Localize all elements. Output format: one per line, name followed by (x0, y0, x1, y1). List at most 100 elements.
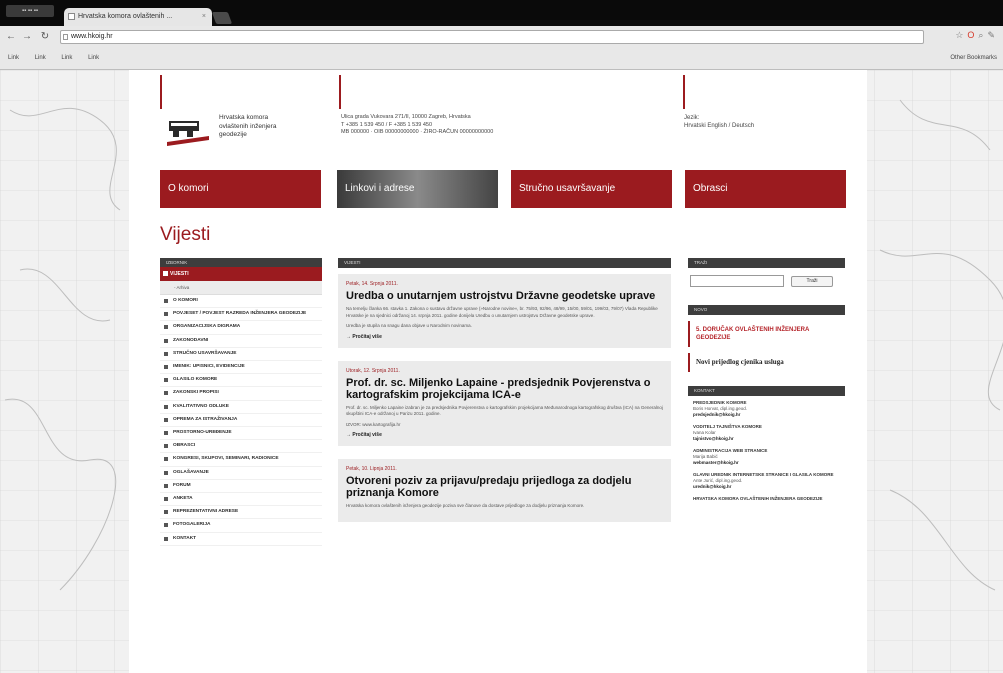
contact-entry: VODITELJ TAJNIŠTVA KOMORE Ivana Kolar ta… (688, 420, 845, 444)
article-body: Na temelju članka 66. stavka 1. Zakona o… (346, 306, 658, 318)
nav-item[interactable]: KONTAKT (160, 533, 322, 546)
article-extra: IZVOR: www.kartografija.hr (346, 421, 401, 427)
bookmark-item[interactable]: Link (88, 55, 99, 61)
nav-item[interactable]: ZAKONSKI PROPISI (160, 387, 322, 401)
address-text: www.hkoig.hr (71, 33, 113, 40)
wrench-icon[interactable]: ✎ (987, 30, 999, 40)
nav-item[interactable]: KVALITATIVNO ODLUKE (160, 401, 322, 414)
contact-entry: GLAVNI UREDNIK INTERNETSKE STRANICE I GL… (688, 468, 845, 492)
address-line: T +385 1 539 450 / F +385 1 539 450 (341, 121, 433, 128)
search-block: TRAŽI Traži (688, 258, 845, 291)
search-header: TRAŽI (688, 258, 845, 268)
org-name: Hrvatska komora ovlaštenih inženjera geo… (219, 114, 329, 140)
opera-icon[interactable]: O (967, 30, 978, 40)
nav-item[interactable]: OGLAŠAVANJE (160, 467, 322, 480)
news-column: VIJESTI Petak, 14. Srpnja 2011. Uredba o… (338, 258, 671, 522)
read-more-link[interactable]: → Pročitaj više (346, 334, 663, 340)
article-date: Petak, 10. Lipnja 2011. (346, 466, 397, 472)
star-icon[interactable]: ☆ (955, 30, 967, 40)
nav-item[interactable]: O KOMORI (160, 295, 322, 309)
nav-item[interactable]: KONGRESI, SKUPOVI, SEMINARI, RADIONICE (160, 453, 322, 467)
reload-icon[interactable]: ↻ (38, 30, 52, 44)
browser-toolbar: ← → ↻ www.hkoig.hr ☆O⌕✎ Link Link Link L… (0, 26, 1003, 70)
bookmark-item[interactable]: Link (35, 55, 46, 61)
window-controls[interactable]: ▪▪ ▪▪ ▪▪ (6, 5, 54, 17)
left-nav: IZBORNIK VIJESTI - Arhiva O KOMORI POVJE… (160, 258, 322, 546)
page-content: Hrvatska komora ovlaštenih inženjera geo… (129, 70, 867, 673)
bookmark-item[interactable]: Link (8, 55, 19, 61)
nav-item[interactable]: OBRASCI (160, 440, 322, 454)
contact-email[interactable]: tajnistvo@hkoig.hr (693, 436, 841, 442)
article-title[interactable]: Uredba o unutarnjem ustrojstvu Državne g… (346, 290, 663, 302)
tab-strip: ▪▪ ▪▪ ▪▪ Hrvatska komora ovlaštenih ... … (0, 0, 1003, 26)
nav-item-vijesti[interactable]: VIJESTI (160, 267, 322, 281)
org-name-line: Hrvatska komora (219, 114, 269, 121)
back-icon[interactable]: ← (4, 30, 18, 44)
komora-logo[interactable] (167, 118, 209, 148)
nav-item[interactable]: FORUM (160, 480, 322, 494)
read-more-link[interactable]: → Pročitaj više (346, 432, 663, 438)
news-article: Petak, 10. Lipnja 2011. Otvoreni poziv z… (338, 459, 671, 522)
novo-item[interactable]: Novi prijedlog cjenika usluga (688, 353, 845, 372)
language-switcher: Jezik: Hrvatski English / Deutsch (684, 114, 824, 130)
nav-item[interactable]: STRUČNO USAVRŠAVANJE (160, 348, 322, 362)
nav-header: IZBORNIK (160, 258, 322, 267)
contacts-header: KONTAKT (688, 386, 845, 396)
divider (339, 75, 341, 109)
article-date: Utorak, 12. Srpnja 2011. (346, 367, 400, 374)
contact-email[interactable]: urednik@hkoig.hr (693, 484, 841, 490)
tab-title: Hrvatska komora ovlaštenih ... (78, 13, 173, 20)
bookmark-item[interactable]: Link (61, 55, 72, 61)
nav-item[interactable]: REPREZENTATIVNI ADRESE (160, 506, 322, 520)
nav-item[interactable]: ZAKONODAVNI (160, 335, 322, 348)
language-label: Jezik: (684, 115, 700, 121)
nav-item[interactable]: PROSTORNO-UREĐENJE (160, 427, 322, 441)
divider (683, 75, 685, 109)
article-title[interactable]: Otvoreni poziv za prijavu/predaju prijed… (346, 475, 663, 499)
other-bookmarks[interactable]: Other Bookmarks (950, 48, 997, 68)
address-line: MB 000000 · OIB 00000000000 · ŽIRO-RAČUN… (341, 129, 494, 135)
nav-item[interactable]: IMENIK: UPISNICI, EVIDENCIJE (160, 361, 322, 375)
contact-email[interactable]: webmaster@hkoig.hr (693, 460, 841, 466)
banner-strucno-usavrsavanje[interactable]: Stručno usavršavanje (511, 170, 672, 208)
browser-window: ▪▪ ▪▪ ▪▪ Hrvatska komora ovlaštenih ... … (0, 0, 1003, 673)
search-button[interactable]: Traži (791, 276, 833, 287)
right-column: TRAŽI Traži NOVO 5. DORUČAK OVLAŠTENIH I… (688, 258, 845, 518)
nav-item[interactable]: POVJESET / POVJEST RAZREDA INŽENJERA GEO… (160, 308, 322, 322)
browser-actions: ☆O⌕✎ (929, 30, 999, 44)
language-links[interactable]: Hrvatski English / Deutsch (684, 122, 824, 130)
novo-header: NOVO (688, 305, 845, 315)
novo-item[interactable]: 5. DORUČAK OVLAŠTENIH INŽENJERA GEODEZIJ… (688, 321, 845, 347)
search-input[interactable] (690, 275, 784, 287)
contact-entry: PREDSJEDNIK KOMORE Boris Horvat, dipl.in… (688, 396, 845, 420)
banner-linkovi[interactable]: Linkovi i adrese (337, 170, 498, 208)
contact-email[interactable]: predsjednik@hkoig.hr (693, 412, 841, 418)
new-tab-button[interactable] (211, 12, 233, 24)
nav-item[interactable]: FOTOGALERIJA (160, 519, 322, 533)
nav-item[interactable]: ANKETA (160, 493, 322, 507)
contact-entry: HRVATSKA KOMORA OVLAŠTENIH INŽENJERA GEO… (688, 492, 845, 504)
tab-active[interactable]: Hrvatska komora ovlaštenih ... × (64, 8, 212, 26)
address-line: Ulica grada Vukovara 271/II, 10000 Zagre… (341, 114, 471, 120)
nav-item[interactable]: GLASILO KOMORE (160, 374, 322, 388)
article-extra: Uredba je stupila na snagu dana objave u… (346, 323, 472, 328)
page-title: Vijesti (160, 224, 211, 245)
org-name-line: geodezije (219, 131, 247, 138)
address-bar[interactable]: www.hkoig.hr (60, 30, 924, 44)
search-row: Traži (688, 273, 845, 291)
divider (160, 75, 162, 109)
article-body: Prof. dr. sc. Miljenko Lapaine izabran j… (346, 404, 663, 417)
contact-entry: ADMINISTRACIJA WEB STRANICE Marija Babić… (688, 444, 845, 468)
forward-icon[interactable]: → (20, 30, 34, 44)
contact-role: HRVATSKA KOMORA OVLAŠTENIH INŽENJERA GEO… (693, 496, 823, 501)
tab-close-icon[interactable]: × (202, 8, 206, 26)
bookmarks-bar: Link Link Link Link (0, 48, 1003, 68)
banner-obrasci[interactable]: Obrasci (685, 170, 846, 208)
page-viewport[interactable]: Hrvatska komora ovlaštenih inženjera geo… (0, 70, 1003, 673)
article-title[interactable]: Prof. dr. sc. Miljenko Lapaine - predsje… (346, 377, 663, 401)
nav-item[interactable]: OPREMA ZA ISTRAŽIVANJA (160, 414, 322, 428)
nav-subitem-arhiva[interactable]: - Arhiva (160, 281, 322, 295)
article-body: Hrvatska komora ovlaštenih inženjera geo… (346, 503, 585, 508)
banner-o-komori[interactable]: O komori (160, 170, 321, 208)
nav-item[interactable]: ORGANIZACIJSKA DIGRAMA (160, 321, 322, 335)
